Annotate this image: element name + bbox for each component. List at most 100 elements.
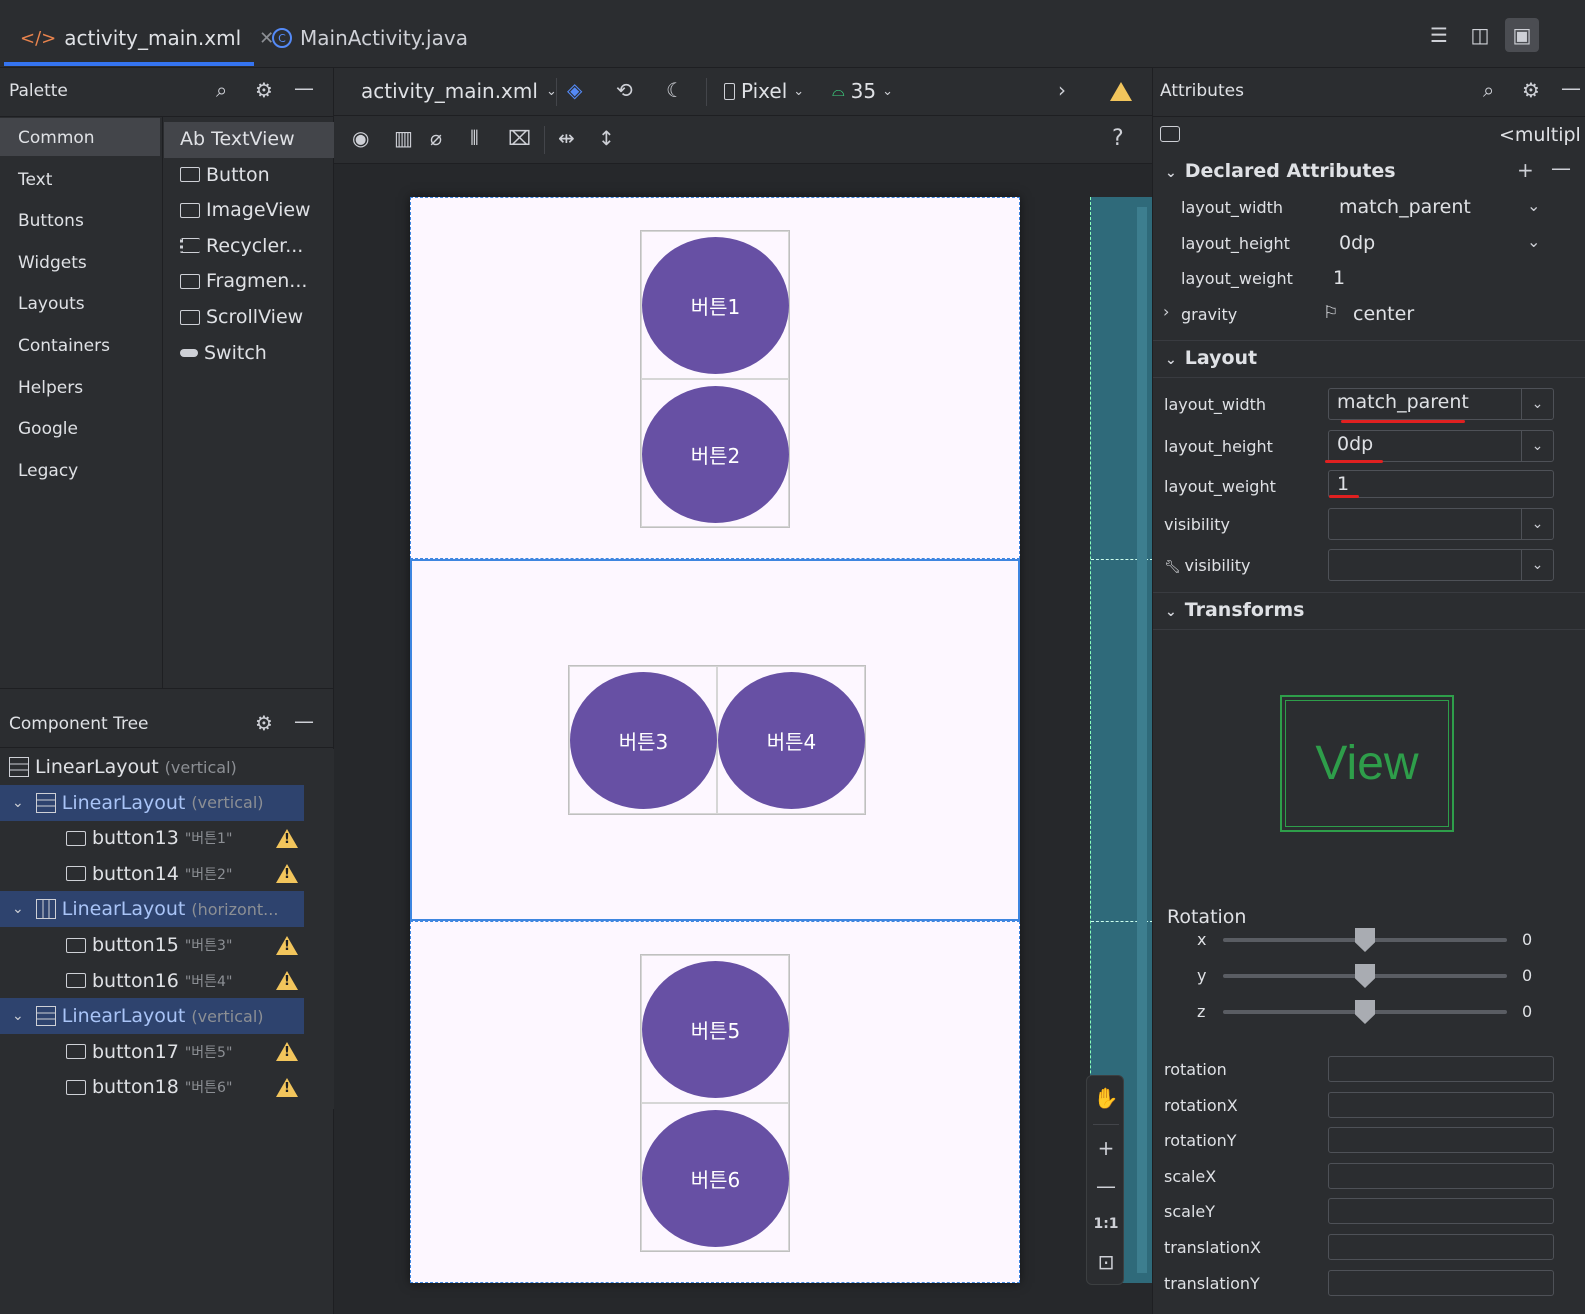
rotation-slider-thumb[interactable] — [1355, 1000, 1375, 1024]
declared-attribute-row[interactable]: › ⚐ gravity center — [1153, 298, 1585, 332]
palette-category-legacy[interactable]: Legacy — [18, 461, 78, 481]
attribute-dropdown[interactable]: match_parent ⌄ — [1328, 388, 1554, 420]
chevron-down-icon[interactable]: ⌄ — [1527, 232, 1540, 251]
palette-item[interactable]: Recycler... — [180, 235, 303, 257]
split-view-icon[interactable]: ◫ — [1465, 20, 1495, 50]
columns-icon[interactable]: ▥ — [394, 126, 413, 150]
tree-row[interactable]: ⌄ LinearLayout (vertical) — [0, 998, 304, 1035]
transform-field-input[interactable] — [1328, 1056, 1554, 1082]
chevron-down-icon[interactable]: ⌄ — [1521, 550, 1553, 580]
button-3[interactable]: 버튼3 — [570, 672, 717, 809]
api-dropdown[interactable]: ⌓ 35 ⌄ — [832, 79, 893, 103]
tree-row[interactable]: button17 "버튼5" — [0, 1034, 304, 1070]
attribute-dropdown[interactable]: 0dp ⌄ — [1328, 430, 1554, 462]
tree-row[interactable]: button14 "버튼2" — [0, 856, 304, 892]
button-2[interactable]: 버튼2 — [642, 386, 789, 523]
pan-hand-icon[interactable]: ✋ — [1087, 1080, 1125, 1116]
attribute-dropdown[interactable]: ⌄ — [1328, 549, 1554, 581]
device-dropdown[interactable]: Pixel ⌄ — [724, 79, 804, 103]
chevron-down-icon[interactable]: ⌄ — [12, 901, 24, 917]
zoom-actual-size-button[interactable]: 1:1 — [1087, 1206, 1125, 1242]
magnet-off-icon[interactable]: ⌀ — [430, 126, 442, 150]
tree-row[interactable]: button13 "버튼1" — [0, 820, 304, 856]
chevron-down-icon[interactable]: ⌄ — [12, 795, 24, 811]
palette-category-buttons[interactable]: Buttons — [18, 211, 84, 231]
minimize-icon[interactable]: — — [1561, 76, 1581, 100]
palette-category-text[interactable]: Text — [18, 170, 52, 190]
chevron-down-icon[interactable]: ⌄ — [1521, 431, 1553, 461]
warning-icon[interactable] — [276, 1042, 298, 1062]
clear-constraints-icon[interactable]: ⌧ — [508, 126, 531, 150]
warning-icon[interactable] — [276, 828, 298, 848]
palette-category-layouts[interactable]: Layouts — [18, 294, 85, 314]
linear-layout-vertical-2[interactable]: 버튼5 버튼6 — [410, 921, 1020, 1283]
declared-attribute-row[interactable]: layout_weight 1 — [1153, 262, 1585, 296]
palette-item[interactable]: Ab TextView — [180, 128, 295, 150]
zoom-in-icon[interactable]: + — [1087, 1130, 1125, 1166]
palette-category-containers[interactable]: Containers — [18, 336, 110, 356]
warning-icon[interactable] — [1110, 82, 1132, 101]
tree-row[interactable]: LinearLayout (vertical) — [0, 749, 304, 785]
warning-icon[interactable] — [276, 1077, 298, 1097]
minimize-icon[interactable]: — — [294, 76, 314, 100]
search-icon[interactable]: ⌕ — [1483, 78, 1494, 102]
file-dropdown[interactable]: activity_main.xml ⌄ — [361, 79, 557, 103]
palette-category-google[interactable]: Google — [18, 419, 78, 439]
chevron-down-icon[interactable]: ⌄ — [12, 1008, 24, 1024]
button-5[interactable]: 버튼5 — [642, 961, 789, 1098]
palette-item[interactable]: Button — [180, 164, 270, 186]
warning-icon[interactable] — [276, 935, 298, 955]
attribute-value[interactable]: center — [1353, 303, 1414, 325]
gear-icon[interactable]: ⚙ — [255, 711, 273, 735]
tree-row[interactable]: button16 "버튼4" — [0, 963, 304, 999]
transforms-section-header[interactable]: ⌄ Transforms — [1165, 599, 1304, 621]
zoom-out-icon[interactable]: — — [1087, 1168, 1125, 1204]
button-6[interactable]: 버튼6 — [642, 1110, 789, 1247]
orientation-icon[interactable]: ⟲ — [616, 78, 633, 102]
gear-icon[interactable]: ⚙ — [1522, 78, 1540, 102]
palette-item[interactable]: ImageView — [180, 199, 311, 221]
linear-layout-vertical-1[interactable]: 버튼1 버튼2 — [410, 197, 1020, 559]
vertical-arrows-icon[interactable]: ↕ — [598, 126, 615, 150]
align-icon[interactable]: ⦀ — [470, 126, 479, 150]
button-4[interactable]: 버튼4 — [718, 672, 865, 809]
chevron-right-icon[interactable]: › — [1058, 78, 1066, 102]
warning-icon[interactable] — [276, 971, 298, 991]
transform-field-input[interactable] — [1328, 1198, 1554, 1225]
chevron-down-icon[interactable]: ⌄ — [1527, 196, 1540, 215]
chevron-right-icon[interactable]: › — [1163, 302, 1169, 321]
warning-icon[interactable] — [276, 864, 298, 884]
transform-field-input[interactable] — [1328, 1127, 1554, 1154]
attribute-value[interactable]: match_parent — [1339, 196, 1471, 218]
palette-item[interactable]: Switch — [180, 342, 267, 364]
button-1[interactable]: 버튼1 — [642, 237, 789, 374]
chevron-down-icon[interactable]: ⌄ — [1521, 389, 1553, 419]
palette-item[interactable]: ScrollView — [180, 306, 303, 328]
transform-field-input[interactable] — [1328, 1091, 1554, 1118]
remove-icon[interactable]: — — [1551, 156, 1571, 180]
layout-section-header[interactable]: ⌄ Layout — [1165, 347, 1257, 369]
attribute-value[interactable]: 0dp — [1339, 232, 1375, 254]
declared-attribute-row[interactable]: layout_width match_parent ⌄ — [1153, 191, 1585, 225]
minimize-icon[interactable]: — — [294, 709, 314, 733]
pack-horizontal-icon[interactable]: ⇹ — [558, 126, 575, 150]
tab-main-activity[interactable]: C MainActivity.java — [272, 14, 468, 62]
gear-icon[interactable]: ⚙ — [255, 78, 273, 102]
design-view-icon[interactable]: ▣ — [1505, 18, 1539, 52]
zoom-fit-icon[interactable]: ⊡ — [1087, 1244, 1125, 1280]
palette-item[interactable]: Fragmen... — [180, 270, 307, 292]
palette-category-common[interactable]: Common — [18, 128, 95, 148]
help-icon[interactable]: ? — [1112, 126, 1124, 151]
tree-row[interactable]: button18 "버튼6" — [0, 1069, 304, 1105]
palette-category-widgets[interactable]: Widgets — [18, 253, 87, 273]
code-view-icon[interactable]: ☰ — [1424, 20, 1454, 50]
search-icon[interactable]: ⌕ — [216, 78, 227, 102]
linear-layout-horizontal[interactable]: 버튼3 버튼4 — [410, 559, 1020, 921]
tree-row[interactable]: ⌄ LinearLayout (vertical) — [0, 784, 304, 821]
tab-activity-main[interactable]: </> activity_main.xml ✕ — [20, 14, 274, 62]
transform-field-input[interactable] — [1328, 1269, 1554, 1296]
rotation-slider-thumb[interactable] — [1355, 928, 1375, 952]
transform-field-input[interactable] — [1328, 1162, 1554, 1189]
layout-weight-input[interactable]: 1 — [1328, 470, 1554, 498]
night-mode-icon[interactable]: ☾ — [666, 78, 684, 102]
